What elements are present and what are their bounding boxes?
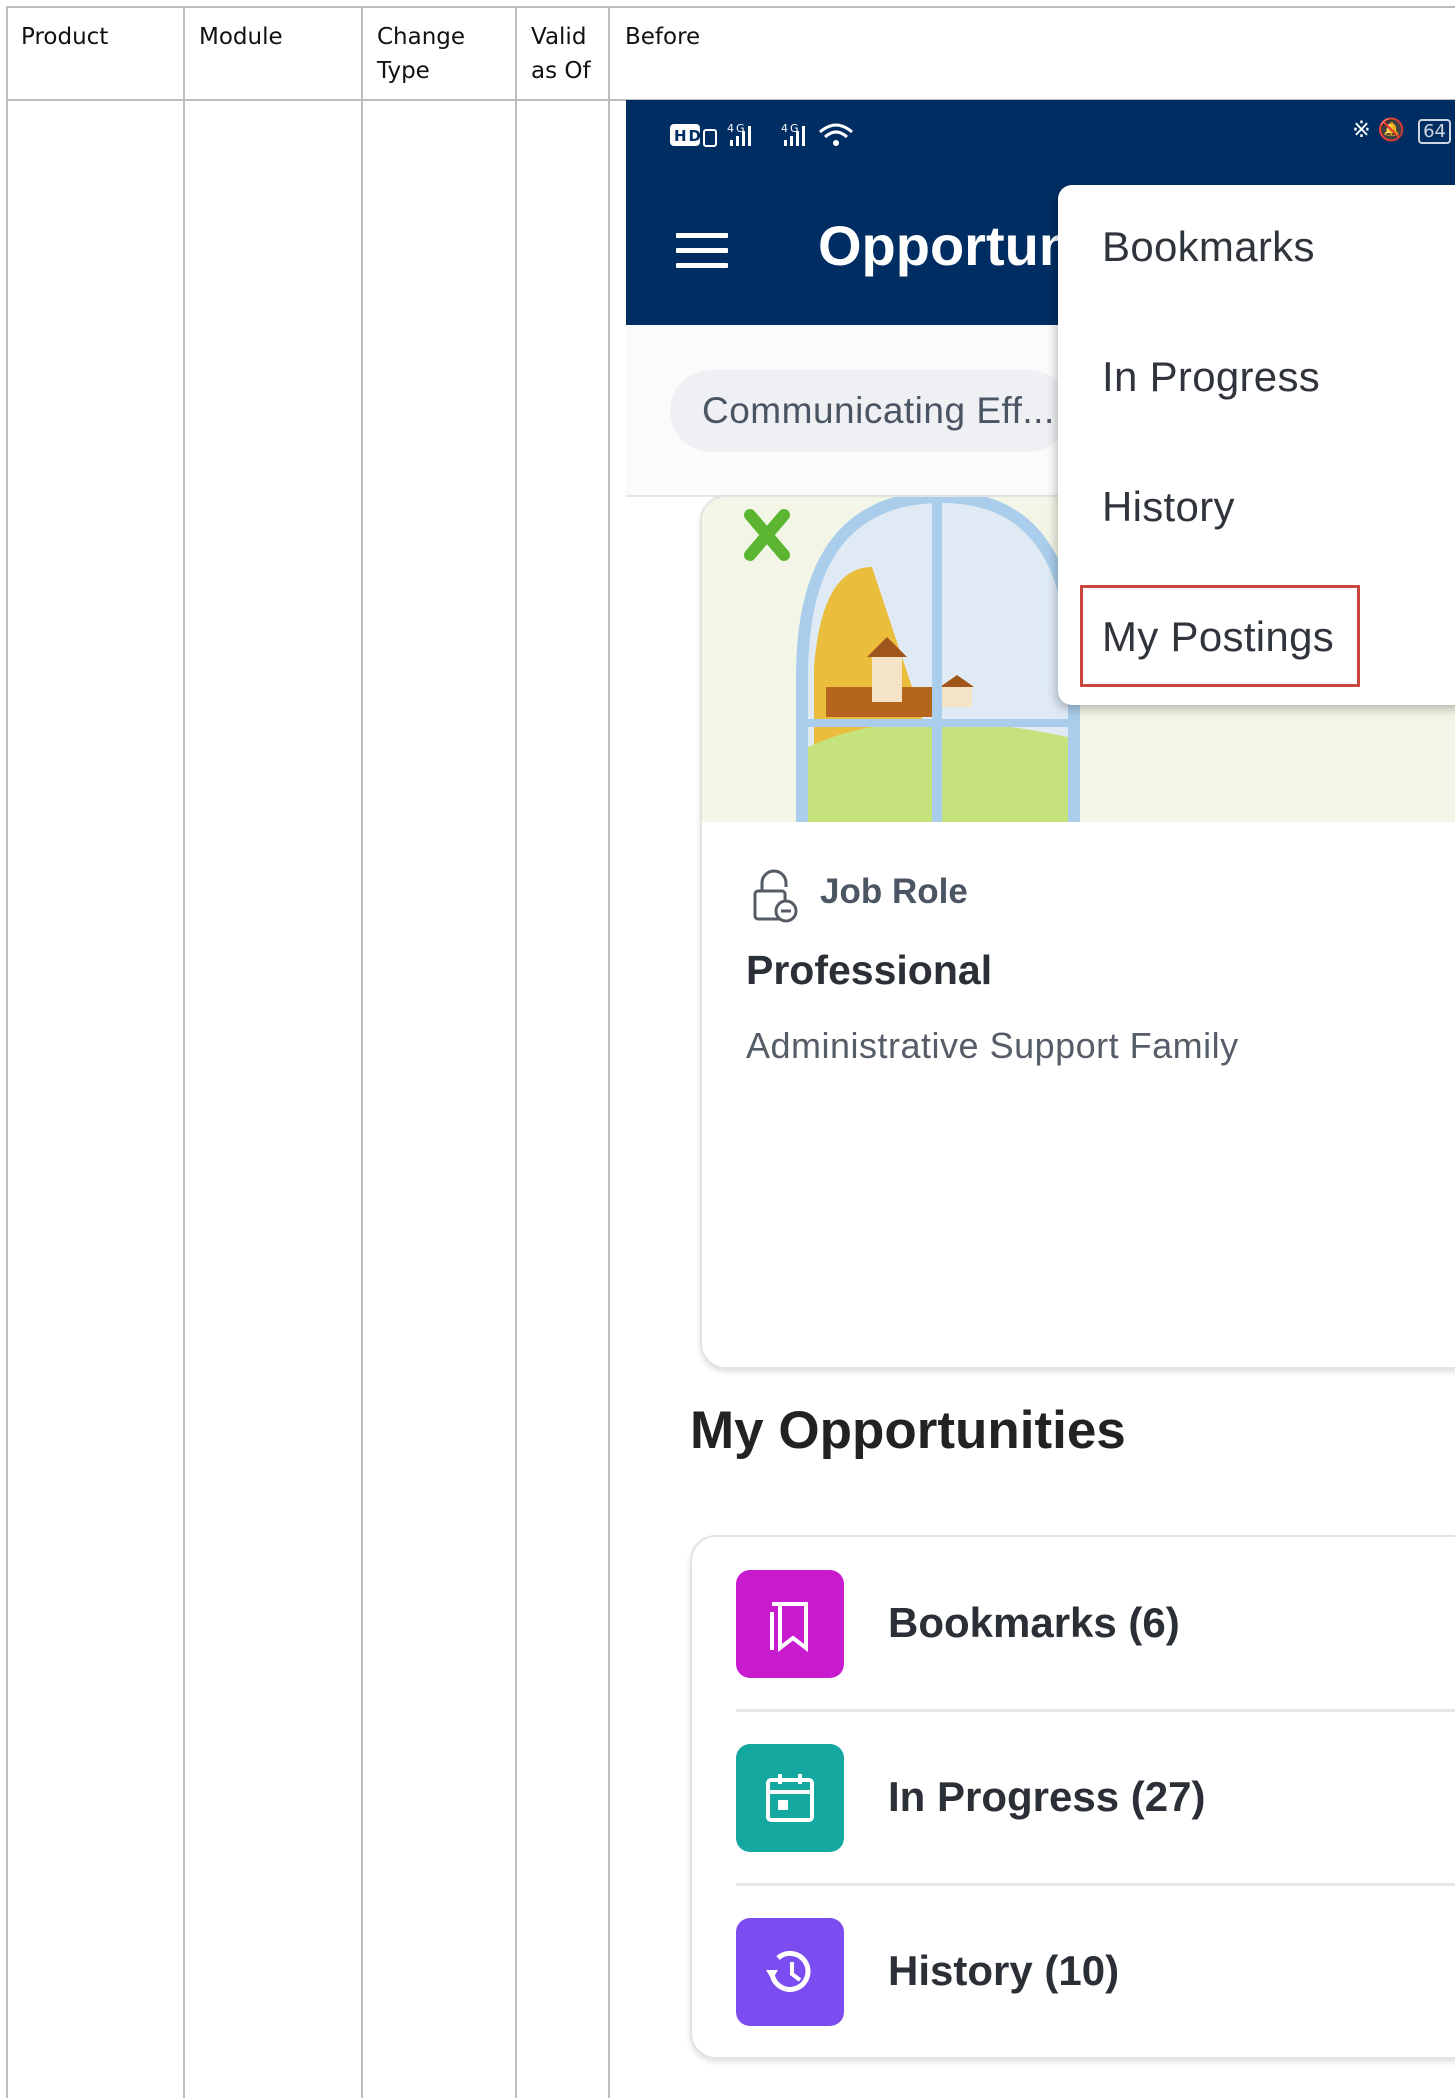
mute-bell-icon: 🔕 [1377,118,1406,143]
calendar-icon [736,1744,844,1852]
battery-icon: 64 [1418,119,1451,144]
opportunities-list: Bookmarks (6) In Progress (27) History (… [690,1535,1455,2059]
menu-item-in-progress[interactable]: In Progress [1102,353,1320,401]
lock-badge-icon [753,869,798,923]
list-item-label: History (10) [888,1947,1120,1994]
header-product: Product [21,24,109,50]
filter-chip-label: Communicating Eff... [702,390,1055,431]
bluetooth-icon: ※ [1352,118,1371,143]
history-icon [736,1918,844,2026]
list-item-in-progress[interactable]: In Progress (27) [736,1711,1455,1883]
list-item-bookmarks[interactable]: Bookmarks (6) [736,1537,1455,1709]
status-right-icons: ※ 🔕 64 [1352,118,1451,144]
table-top-border [6,6,1455,8]
header-change-type: Change Type [377,24,466,84]
menu-item-bookmarks[interactable]: Bookmarks [1102,223,1315,271]
column-divider [515,6,517,2098]
svg-text:HD: HD [674,127,703,145]
list-item-label: In Progress (27) [888,1773,1206,1820]
column-divider [6,6,8,2098]
header-before: Before [625,24,701,50]
column-divider [361,6,363,2098]
list-item-history[interactable]: History (10) [736,1885,1455,2057]
card-subtitle: Administrative Support Family [746,1025,1239,1066]
phone-screenshot: HD 4G 4G ※ 🔕 64 Opportunities Communicat… [626,100,1455,2098]
filter-chip[interactable]: Communicating Eff... [670,370,1070,452]
column-divider [183,6,185,2098]
list-item-label: Bookmarks (6) [888,1599,1180,1646]
menu-item-my-postings[interactable]: My Postings [1102,613,1334,661]
signal-icon: HD 4G 4G [670,122,853,147]
column-divider [608,6,610,2098]
bookmark-icon [736,1570,844,1678]
section-title: My Opportunities [690,1401,1126,1460]
menu-item-history[interactable]: History [1102,483,1235,531]
status-signal-icons: HD 4G 4G [670,118,870,156]
status-bar: HD 4G 4G ※ 🔕 64 [626,100,1455,173]
card-eyebrow: Job Role [820,872,968,911]
overflow-menu: Bookmarks In Progress History My Posting… [1058,185,1455,705]
header-module: Module [199,24,283,50]
hamburger-menu-icon[interactable] [676,233,728,269]
card-title: Professional [746,947,993,993]
header-valid-as-of: Valid as Of [531,24,591,84]
